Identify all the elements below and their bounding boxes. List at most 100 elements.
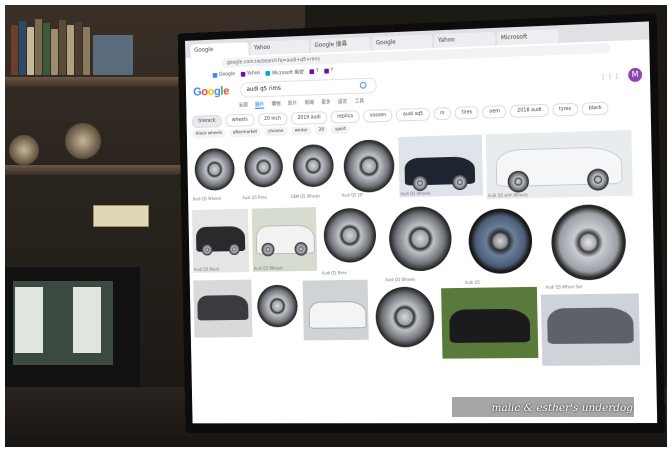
car-image xyxy=(197,295,248,320)
search-chip[interactable]: tires xyxy=(455,106,479,120)
logo-letter: e xyxy=(223,84,229,98)
car-image xyxy=(309,301,367,329)
lamp-object xyxy=(65,123,101,159)
search-chip[interactable]: rs xyxy=(433,107,451,120)
car-image xyxy=(547,307,634,344)
search-chip[interactable]: oem xyxy=(483,105,507,119)
image-result[interactable]: Audi Q5 Wheels xyxy=(252,207,317,272)
books-row-top xyxy=(5,15,205,75)
tab-settings[interactable]: 設定 xyxy=(338,98,347,106)
filter-chip[interactable]: 20 xyxy=(315,126,328,135)
image-result[interactable]: Audi Q5 Wheels xyxy=(398,134,483,197)
image-caption: Audi Q5 Wheels xyxy=(385,276,457,282)
search-chip[interactable]: tirerack xyxy=(192,114,222,127)
filter-chip[interactable]: sport xyxy=(331,125,349,134)
bookmark-item[interactable]: Y xyxy=(309,68,318,74)
wheel-image xyxy=(412,175,427,191)
image-caption: Audi Q5 with Wheels xyxy=(488,190,632,198)
image-caption: Audi Q5 Wheels xyxy=(254,265,316,271)
image-result[interactable] xyxy=(441,287,538,359)
search-chip[interactable]: replica xyxy=(331,110,360,124)
tab-news[interactable]: 新聞 xyxy=(305,99,314,107)
tab-more[interactable]: 更多 xyxy=(321,99,330,107)
search-chip[interactable]: 2019 audi xyxy=(291,111,327,125)
filter-chip[interactable]: aftermarket xyxy=(229,128,261,138)
bookmark-item[interactable]: Microsoft 帳號 xyxy=(266,68,304,76)
image-result[interactable]: Audi Q5 Rims xyxy=(240,141,287,202)
tab-videos[interactable]: 影片 xyxy=(288,100,297,108)
image-result[interactable]: Audi Q5 Wheels xyxy=(191,142,239,202)
chat-panel xyxy=(73,287,101,353)
wheel-image xyxy=(323,208,376,263)
wheel-image xyxy=(389,206,453,272)
image-result[interactable]: Audi Q5 Wheels xyxy=(383,204,458,283)
search-chip[interactable]: wheels xyxy=(225,113,254,126)
search-chip[interactable]: 2018 audi xyxy=(510,103,548,117)
image-caption: Audi Q5 Rims xyxy=(242,194,286,200)
watermark-text: malic & esther's underdog xyxy=(491,402,633,414)
image-result[interactable]: Audi Q5 20" xyxy=(340,137,397,199)
wheel-image xyxy=(343,139,394,193)
bookmark-icon xyxy=(266,70,271,75)
image-caption: Audi Q5 Wheels xyxy=(193,196,238,202)
bookmark-icon xyxy=(213,72,218,77)
search-input[interactable]: audi q5 rims xyxy=(240,78,377,98)
wheel-image xyxy=(468,208,533,274)
search-chip[interactable]: audi sq5 xyxy=(396,107,430,121)
wheel-image xyxy=(452,174,468,190)
second-monitor xyxy=(5,267,140,387)
image-caption: Audi Q5 Rims xyxy=(322,270,380,276)
image-result[interactable]: Audi Q5 Black xyxy=(192,209,249,273)
wheel-image xyxy=(294,242,307,256)
wheel-image xyxy=(229,243,240,255)
image-result[interactable]: Audi Q5 xyxy=(462,204,539,286)
google-logo[interactable]: Google xyxy=(193,84,229,99)
main-monitor: Google Yahoo Google 搜尋 Google Yahoo Micr… xyxy=(178,13,666,433)
tab-tools[interactable]: 工具 xyxy=(355,97,364,105)
browser-window: Google Yahoo Google 搜尋 Google Yahoo Micr… xyxy=(185,21,657,423)
wheel-image xyxy=(587,168,609,190)
filter-chip[interactable]: chrome xyxy=(264,127,287,136)
bookmark-label: Y xyxy=(316,68,319,74)
bookmark-item[interactable]: Yahoo xyxy=(240,70,260,76)
search-chip[interactable]: tyres xyxy=(552,102,578,116)
apps-grid-icon[interactable]: ⋮⋮⋮ xyxy=(600,72,621,81)
search-chip[interactable]: vossen xyxy=(363,109,393,123)
wheel-image xyxy=(551,204,627,281)
image-result[interactable] xyxy=(193,280,252,338)
filter-chip[interactable]: winter xyxy=(291,126,312,135)
search-chip[interactable]: 20 inch xyxy=(258,112,288,125)
bookmark-icon xyxy=(309,69,314,74)
tab-all[interactable]: 全部 xyxy=(239,101,248,109)
image-result[interactable]: OEM Q5 Wheels xyxy=(289,139,338,200)
avatar[interactable]: M xyxy=(628,68,642,82)
image-result[interactable]: Audi Q5 Rims xyxy=(320,206,381,277)
image-result[interactable] xyxy=(371,282,438,353)
image-caption: Audi Q5 xyxy=(465,279,538,285)
image-result[interactable]: Audi Q5 with Wheels xyxy=(486,130,633,199)
image-caption: OEM Q5 Wheels xyxy=(291,193,337,199)
sign-plate xyxy=(93,205,149,227)
chat-panel xyxy=(15,287,43,353)
wheel-image xyxy=(244,146,283,187)
photo-frame: Google Yahoo Google 搜尋 Google Yahoo Micr… xyxy=(5,5,667,447)
wheel-image xyxy=(202,244,213,256)
wheel-image xyxy=(293,144,334,188)
filter-chip[interactable]: black wheels xyxy=(192,129,226,139)
wheel-image xyxy=(507,171,529,193)
image-result[interactable] xyxy=(303,280,369,341)
bookmark-label: Microsoft 帳號 xyxy=(272,68,304,76)
bookmark-item[interactable]: Google xyxy=(213,71,235,78)
image-caption: Audi Q5 20" xyxy=(342,192,396,198)
image-result[interactable]: Audi Q5 Wheel Set xyxy=(543,202,635,291)
image-results-grid: Audi Q5 Wheels Audi Q5 Rims OEM Q5 Wheel… xyxy=(191,129,654,423)
bookmark-item[interactable]: Y xyxy=(324,68,333,74)
search-chip[interactable]: black xyxy=(582,101,609,115)
image-result[interactable] xyxy=(255,279,300,337)
tab-shopping[interactable]: 購物 xyxy=(271,100,280,108)
image-result[interactable] xyxy=(541,293,640,365)
wheel-image xyxy=(194,148,235,191)
bookmark-icon xyxy=(240,71,245,76)
tab-images[interactable]: 圖片 xyxy=(255,101,264,109)
bookmark-icon xyxy=(324,68,329,73)
